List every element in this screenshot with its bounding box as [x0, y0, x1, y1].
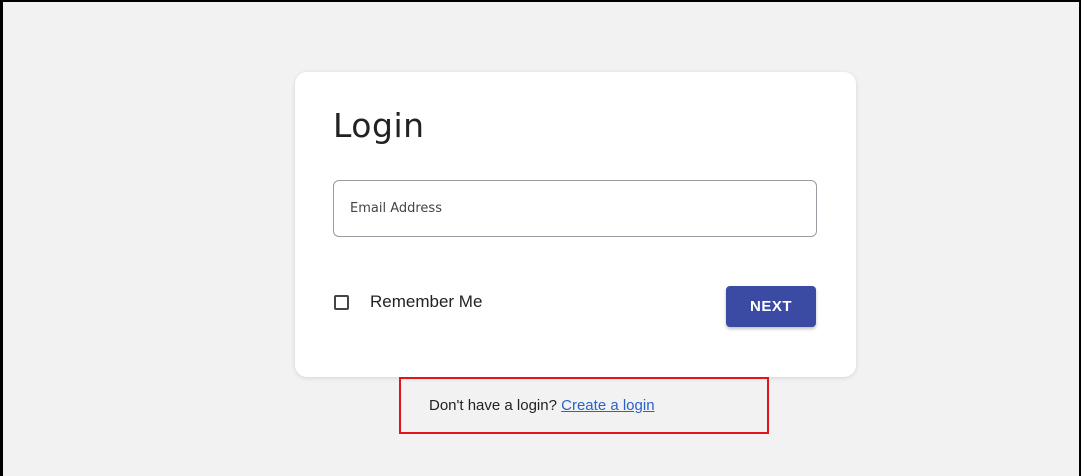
signup-question: Don't have a login? [429, 397, 557, 414]
create-login-link[interactable]: Create a login [561, 397, 654, 414]
remember-me-checkbox[interactable] [334, 294, 349, 310]
email-address-input[interactable] [333, 180, 817, 237]
remember-me-label: Remember Me [370, 292, 483, 311]
login-title: Login [333, 106, 425, 145]
page-frame: Login Remember Me NEXT Don't have a logi… [0, 0, 1081, 476]
signup-prompt: Don't have a login? Create a login [429, 397, 655, 414]
login-card: Login Remember Me NEXT [295, 72, 856, 377]
remember-me-option[interactable]: Remember Me [334, 291, 482, 313]
next-button[interactable]: NEXT [726, 286, 816, 327]
